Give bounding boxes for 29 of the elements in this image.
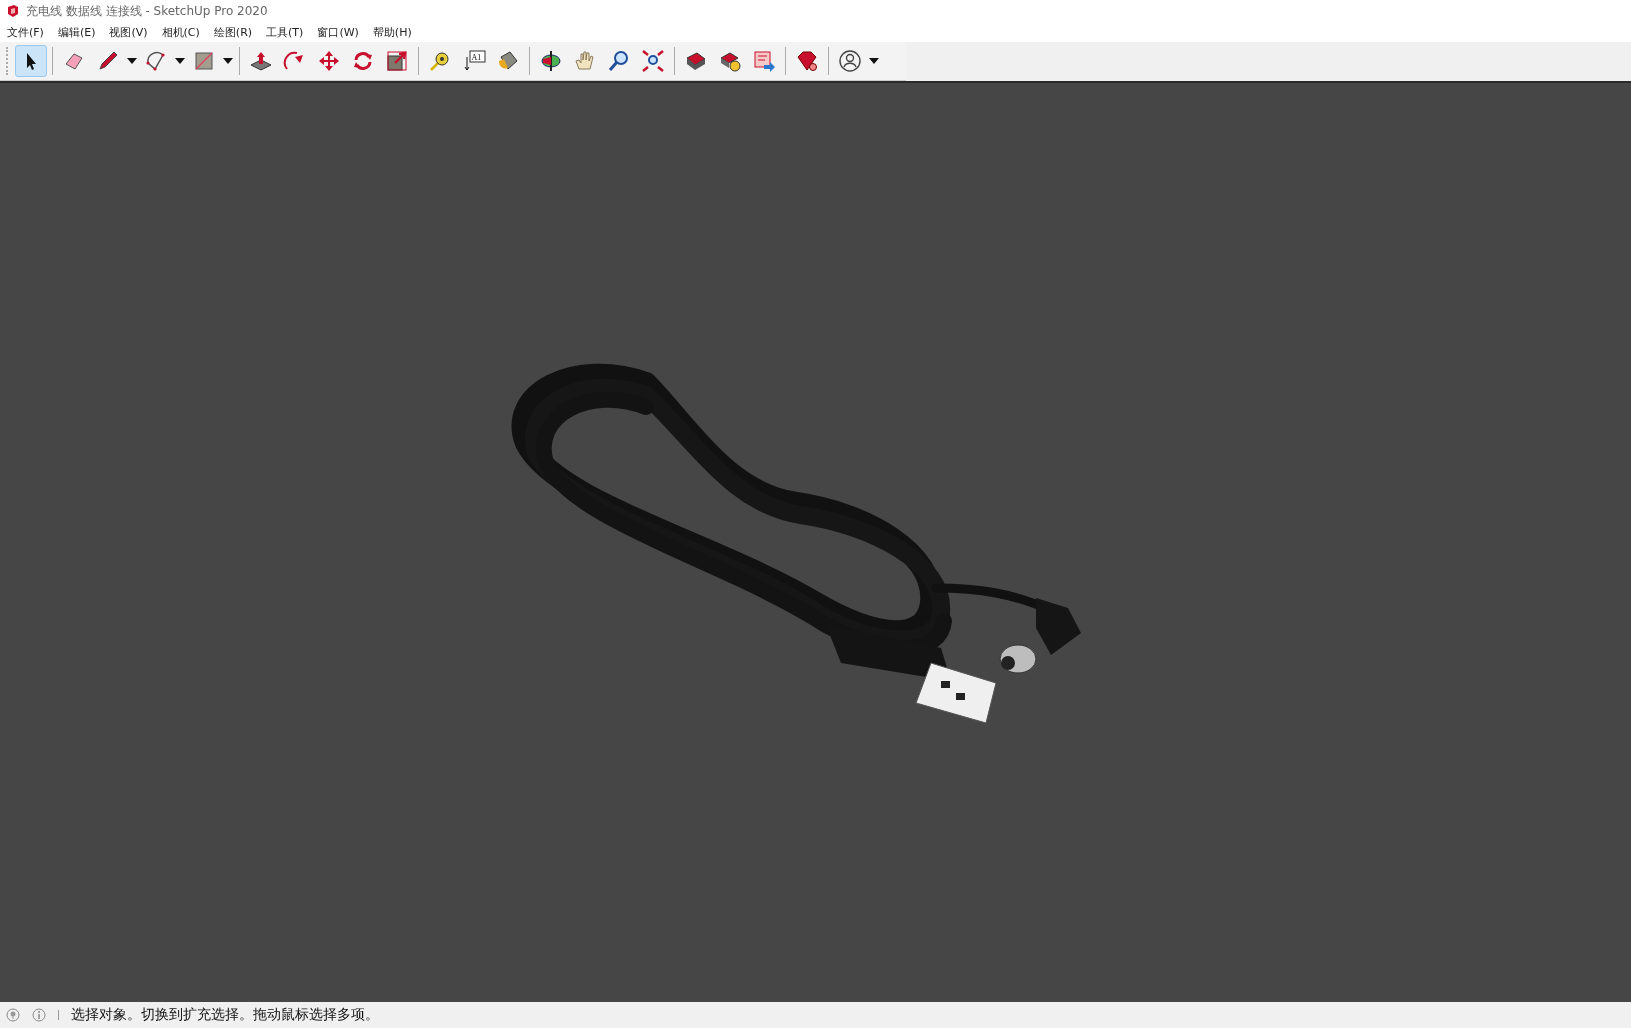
zoom-icon — [607, 49, 631, 73]
app-logo-icon — [6, 4, 20, 18]
caret-icon — [869, 58, 879, 64]
move-arrows-icon — [317, 49, 341, 73]
rectangle-icon — [192, 49, 216, 73]
menu-item[interactable]: 视图(V) — [109, 24, 148, 40]
scale-icon — [385, 49, 409, 73]
caret-icon — [223, 58, 233, 64]
rotate-arrows-icon — [351, 49, 375, 73]
menu-item[interactable]: 相机(C) — [161, 24, 200, 40]
zoom-extents-icon — [641, 49, 665, 73]
pencil-icon — [96, 49, 120, 73]
orbit-icon — [539, 49, 563, 73]
menu-item[interactable]: 窗口(W) — [317, 24, 359, 40]
menu-item[interactable]: 编辑(E) — [57, 24, 96, 40]
menu-item[interactable]: 工具(T) — [266, 24, 304, 40]
menu-item[interactable]: 绘图(R) — [213, 24, 253, 40]
tape-measure-icon — [428, 49, 452, 73]
select-tool-button[interactable] — [15, 45, 47, 77]
menu-item[interactable]: 帮助(H) — [372, 24, 412, 40]
caret-icon — [127, 58, 137, 64]
status-message: 选择对象。切换到扩充选择。拖动鼠标选择多项。 — [71, 1006, 379, 1024]
gem-icon — [795, 49, 819, 73]
document-arrow-icon — [752, 49, 776, 73]
menu-item[interactable]: 文件(F) — [7, 24, 44, 40]
caret-icon — [175, 58, 185, 64]
user-icon — [838, 49, 862, 73]
window-title: 充电线 数据线 连接线 - SketchUp Pro 2020 — [26, 2, 268, 20]
hand-icon — [573, 49, 597, 73]
